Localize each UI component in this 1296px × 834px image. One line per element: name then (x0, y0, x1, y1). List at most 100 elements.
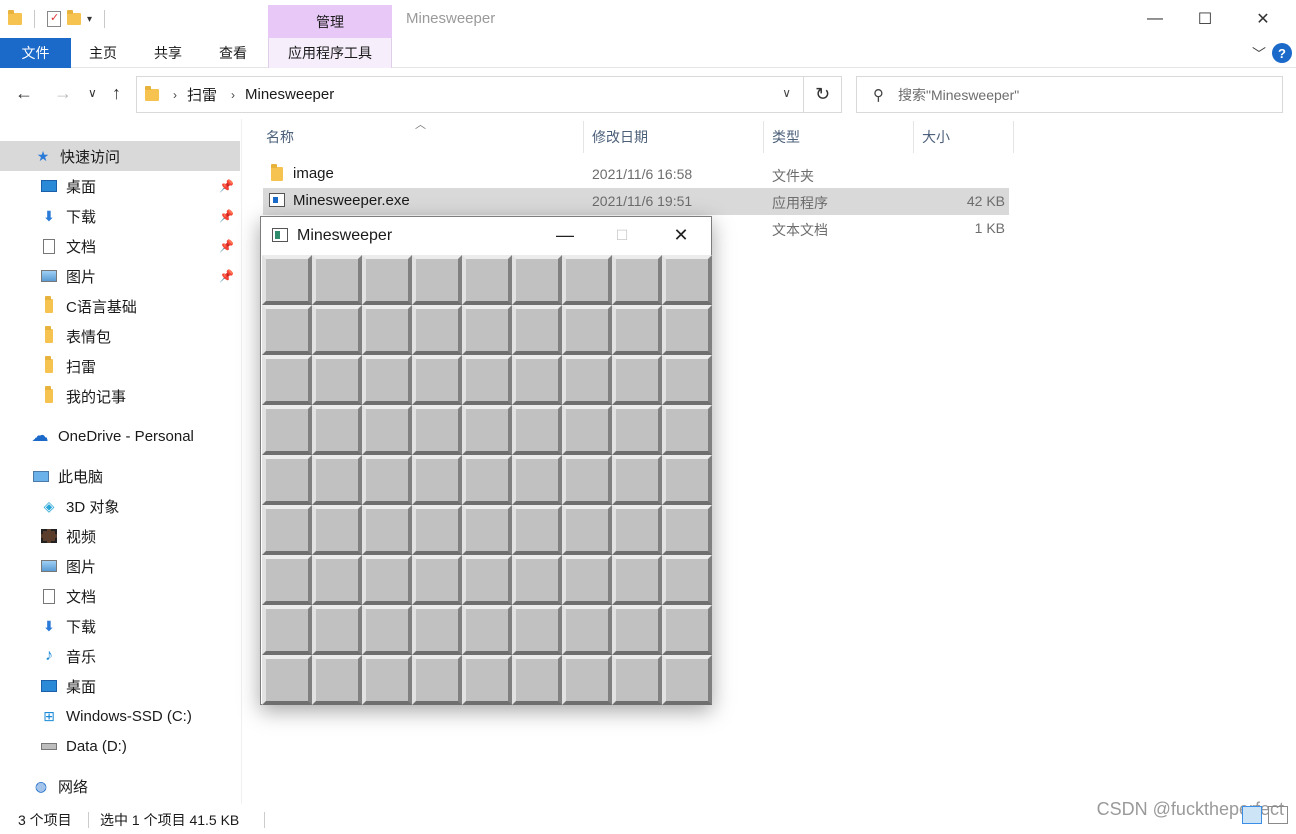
mine-cell[interactable] (312, 455, 362, 505)
sidebar-item-drive-d[interactable]: Data (D:) (0, 731, 240, 761)
pin-icon[interactable]: 📌 (219, 179, 234, 193)
sidebar-item-folder[interactable]: 表情包 (0, 321, 240, 351)
mine-cell[interactable] (362, 455, 412, 505)
mine-cell[interactable] (362, 355, 412, 405)
mine-cell[interactable] (462, 655, 512, 705)
file-row[interactable]: image 2021/11/6 16:58 文件夹 (263, 161, 1009, 188)
mine-cell[interactable] (662, 605, 712, 655)
mine-cell[interactable] (412, 605, 462, 655)
mine-cell[interactable] (262, 655, 312, 705)
tab-application-tools[interactable]: 应用程序工具 (268, 38, 392, 68)
mine-cell[interactable] (412, 355, 462, 405)
mine-cell[interactable] (462, 605, 512, 655)
column-header-size[interactable]: 大小 (914, 121, 1014, 153)
minimize-button[interactable]: — (550, 225, 580, 246)
sidebar-item-onedrive[interactable]: ☁ OneDrive - Personal (0, 421, 240, 451)
mine-cell[interactable] (312, 605, 362, 655)
mine-cell[interactable] (462, 405, 512, 455)
sidebar-item-folder[interactable]: 我的记事 (0, 381, 240, 411)
mine-cell[interactable] (662, 305, 712, 355)
mine-cell[interactable] (362, 255, 412, 305)
mine-cell[interactable] (512, 555, 562, 605)
sidebar-item-folder[interactable]: C语言基础 (0, 291, 240, 321)
sidebar-item-music[interactable]: ♪ 音乐 (0, 641, 240, 671)
chevron-down-icon[interactable]: ﹀ (1252, 44, 1266, 64)
mine-cell[interactable] (312, 505, 362, 555)
mine-cell[interactable] (262, 555, 312, 605)
mine-cell[interactable] (612, 455, 662, 505)
mine-cell[interactable] (512, 405, 562, 455)
mine-cell[interactable] (262, 255, 312, 305)
mine-cell[interactable] (562, 655, 612, 705)
mine-cell[interactable] (462, 555, 512, 605)
tab-view[interactable]: 查看 (210, 38, 256, 68)
mine-cell[interactable] (262, 455, 312, 505)
sidebar-item-3d-objects[interactable]: ◈ 3D 对象 (0, 491, 240, 521)
mine-cell[interactable] (512, 605, 562, 655)
mine-cell[interactable] (312, 255, 362, 305)
tab-share[interactable]: 共享 (145, 38, 191, 68)
mine-cell[interactable] (662, 405, 712, 455)
close-button[interactable]: ✕ (666, 225, 696, 246)
mine-cell[interactable] (412, 405, 462, 455)
mine-cell[interactable] (562, 455, 612, 505)
mine-cell[interactable] (612, 305, 662, 355)
mine-cell[interactable] (412, 655, 462, 705)
sidebar-item-drive-c[interactable]: ⊞ Windows-SSD (C:) (0, 701, 240, 731)
mine-cell[interactable] (412, 455, 462, 505)
address-bar[interactable]: › 扫雷 › Minesweeper ∨ (136, 76, 804, 113)
mine-cell[interactable] (612, 505, 662, 555)
mine-cell[interactable] (312, 555, 362, 605)
back-arrow-icon[interactable]: ← (15, 83, 33, 104)
up-arrow-icon[interactable]: ↑ (112, 83, 121, 104)
mine-cell[interactable] (362, 505, 412, 555)
mine-cell[interactable] (512, 255, 562, 305)
properties-icon[interactable] (47, 11, 61, 27)
customize-toolbar-icon[interactable]: ▾ (87, 14, 92, 25)
mine-cell[interactable] (312, 355, 362, 405)
recent-locations-icon[interactable]: ∨ (88, 86, 97, 100)
details-view-icon[interactable] (1242, 806, 1262, 824)
mine-cell[interactable] (562, 305, 612, 355)
sidebar-item-pictures[interactable]: 图片 📌 (0, 261, 240, 291)
column-header-name[interactable]: 名称 (242, 121, 584, 153)
mine-cell[interactable] (462, 305, 512, 355)
mine-cell[interactable] (362, 655, 412, 705)
sidebar-item-documents[interactable]: 文档 (0, 581, 240, 611)
mine-cell[interactable] (662, 355, 712, 405)
minimize-button[interactable]: — (1132, 0, 1178, 38)
sidebar-item-downloads[interactable]: ⬇ 下载 📌 (0, 201, 240, 231)
mine-cell[interactable] (512, 305, 562, 355)
mine-cell[interactable] (262, 405, 312, 455)
maximize-button[interactable]: ☐ (1182, 0, 1228, 38)
mine-cell[interactable] (612, 405, 662, 455)
breadcrumb-item[interactable]: 扫雷 (187, 84, 217, 105)
mine-cell[interactable] (262, 605, 312, 655)
mine-cell[interactable] (462, 505, 512, 555)
mine-cell[interactable] (662, 655, 712, 705)
sidebar-item-this-pc[interactable]: 此电脑 (0, 461, 240, 491)
mine-cell[interactable] (412, 555, 462, 605)
sidebar-item-folder[interactable]: 扫雷 (0, 351, 240, 381)
folder-icon[interactable] (8, 10, 22, 25)
mine-cell[interactable] (262, 505, 312, 555)
new-folder-icon[interactable] (67, 10, 81, 25)
refresh-button[interactable]: ↻ (804, 76, 842, 113)
mine-cell[interactable] (612, 605, 662, 655)
sidebar-item-videos[interactable]: 视频 (0, 521, 240, 551)
tab-file[interactable]: 文件 (0, 38, 71, 68)
mine-cell[interactable] (362, 605, 412, 655)
mine-cell[interactable] (362, 555, 412, 605)
mine-cell[interactable] (312, 655, 362, 705)
maximize-button[interactable]: ☐ (607, 227, 637, 244)
pin-icon[interactable]: 📌 (219, 269, 234, 283)
pin-icon[interactable]: 📌 (219, 239, 234, 253)
mine-cell[interactable] (262, 355, 312, 405)
sidebar-item-downloads[interactable]: ⬇ 下载 (0, 611, 240, 641)
chevron-right-icon[interactable]: › (231, 88, 235, 102)
mine-cell[interactable] (562, 605, 612, 655)
mine-cell[interactable] (262, 305, 312, 355)
sidebar-item-documents[interactable]: 文档 📌 (0, 231, 240, 261)
minesweeper-title-bar[interactable]: Minesweeper — ☐ ✕ (261, 217, 711, 255)
mine-cell[interactable] (662, 255, 712, 305)
